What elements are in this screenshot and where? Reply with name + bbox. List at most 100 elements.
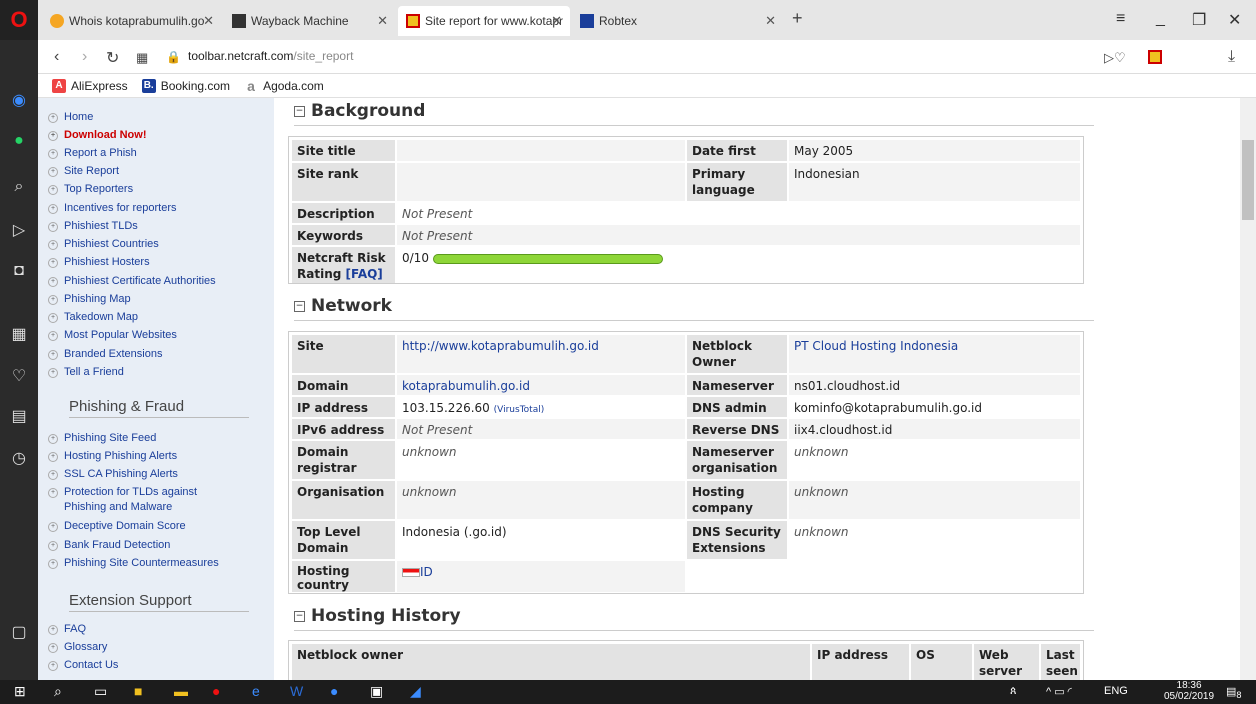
url-field[interactable]: toolbar.netcraft.com/site_report [188,49,353,63]
opera-icon[interactable]: ● [212,683,220,699]
nav-home[interactable]: + Home [48,110,268,125]
speed-dial-icon[interactable]: ▦ [0,324,38,344]
virustotal-link[interactable]: (VirusTotal) [494,405,545,415]
tab-site-report[interactable]: Site report for www.kotapr ✕ [398,6,570,36]
close-window-icon[interactable]: ✕ [1228,10,1241,30]
col-netblock-owner: Netblock owner [292,644,810,680]
nav-phishiest-tlds[interactable]: + Phishiest TLDs [48,219,268,234]
hosting-country-link[interactable]: ID [420,565,433,579]
collapse-icon[interactable]: − [294,610,305,622]
terminal-icon[interactable]: ▣ [370,683,383,700]
section-network-heading[interactable]: − Network [294,296,1094,321]
nav-countermeasures[interactable]: + Phishing Site Countermeasures [48,556,268,571]
tab-robtex[interactable]: Robtex ✕ [572,6,784,36]
collapse-icon[interactable]: − [294,105,305,117]
nav-faq[interactable]: + FAQ [48,622,268,637]
maximize-icon[interactable]: ❐ [1192,10,1206,30]
nav-incentives[interactable]: + Incentives for reporters [48,201,268,216]
send-heart-icon[interactable]: ▷♡ [1104,50,1126,66]
language-indicator[interactable]: ENG [1104,685,1128,697]
new-tab-button[interactable]: + [792,8,803,29]
sidebar-toggle-icon[interactable]: ▢ [0,622,38,642]
bullet-icon: + [48,625,58,635]
site-link[interactable]: http://www.kotaprabumulih.go.id [402,339,599,353]
nav-hosting-alerts[interactable]: + Hosting Phishing Alerts [48,449,268,464]
tld-label: Top Level Domain [292,521,395,559]
bookmark-aliexpress[interactable]: A AliExpress [52,78,128,93]
nav-download[interactable]: + Download Now! [48,128,268,143]
nav-site-report[interactable]: + Site Report [48,164,268,179]
close-tab-icon[interactable]: ✕ [551,13,562,29]
nav-glossary[interactable]: + Glossary [48,640,268,655]
close-tab-icon[interactable]: ✕ [765,13,776,29]
store-icon[interactable]: ■ [134,683,142,699]
people-icon[interactable]: ጰ [1010,685,1017,698]
close-tab-icon[interactable]: ✕ [377,13,388,29]
flow-icon[interactable]: ▷ [0,220,38,240]
nav-phishing-map[interactable]: + Phishing Map [48,292,268,307]
whatsapp-icon[interactable]: ● [0,132,38,150]
netcraft-extension-icon[interactable] [1148,50,1162,64]
nav-bank-fraud[interactable]: + Bank Fraud Detection [48,538,268,553]
risk-faq-link[interactable]: [FAQ] [346,267,383,281]
back-icon[interactable]: ‹ [54,48,59,66]
domain-link[interactable]: kotaprabumulih.go.id [402,379,530,393]
history-icon[interactable]: ◷ [0,448,38,468]
forward-icon[interactable]: › [82,48,87,66]
nav-tell-friend[interactable]: + Tell a Friend [48,365,268,380]
nav-takedown-map[interactable]: + Takedown Map [48,310,268,325]
netblock-owner-link[interactable]: PT Cloud Hosting Indonesia [794,339,958,353]
bullet-icon: + [48,452,58,462]
download-icon[interactable]: ⤓ [1228,48,1235,66]
nav-tld-protection[interactable]: + Protection for TLDs against Phishing an… [48,485,218,515]
chrome-icon[interactable]: ● [330,683,338,699]
word-icon[interactable]: W [290,683,303,699]
opera-menu-icon[interactable]: O [0,0,38,40]
search-icon[interactable]: ⌕ [0,178,38,196]
section-hosting-history-heading[interactable]: − Hosting History [294,606,1094,631]
page-scrollbar[interactable] [1240,98,1256,680]
search-icon[interactable]: ⌕ [54,683,62,700]
messenger-icon[interactable]: ◉ [0,90,38,110]
nav-phishiest-hosters[interactable]: + Phishiest Hosters [48,255,268,270]
nav-ssl-alerts[interactable]: + SSL CA Phishing Alerts [48,467,268,482]
heart-icon[interactable]: ♡ [0,366,38,386]
nav-heading-support: Extension Support [69,592,249,612]
reverse-dns-label: Reverse DNS [687,419,787,439]
nav-contact[interactable]: + Contact Us [48,658,268,673]
bullet-icon: + [48,277,58,287]
file-explorer-icon[interactable]: ▬ [174,683,188,699]
notifications-icon[interactable]: ▤8 [1226,685,1242,700]
reload-icon[interactable]: ↻ [106,48,119,68]
nav-phishiest-countries[interactable]: + Phishiest Countries [48,237,268,252]
bookmark-booking[interactable]: B. Booking.com [141,78,230,93]
tray-icons[interactable]: ^ ▭ ◜ [1046,685,1072,698]
scrollbar-thumb[interactable] [1242,140,1254,220]
nav-phishiest-cas[interactable]: + Phishiest Certificate Authorities [48,274,268,289]
bookmark-agoda[interactable]: a Agoda.com [244,78,324,93]
news-icon[interactable]: ▤ [0,406,38,426]
nav-deceptive-score[interactable]: + Deceptive Domain Score [48,519,268,534]
risk-rating-bar [432,253,663,264]
snapshot-icon[interactable]: ◘ [0,262,38,280]
task-view-icon[interactable]: ▭ [94,683,107,700]
nav-top-reporters[interactable]: + Top Reporters [48,182,268,197]
edge-icon[interactable]: e [252,683,260,699]
tab-wayback[interactable]: Wayback Machine ✕ [224,6,396,36]
collapse-icon[interactable]: − [294,300,305,312]
clock[interactable]: 18:36 05/02/2019 [1164,680,1214,702]
nav-branded-extensions[interactable]: + Branded Extensions [48,347,268,362]
nav-report-phish[interactable]: + Report a Phish [48,146,268,161]
close-tab-icon[interactable]: ✕ [203,13,214,29]
windows-taskbar: ⊞ ⌕ ▭ ■ ▬ ● e W ● ▣ ◢ ጰ ^ ▭ ◜ ENG 18:36 0… [0,680,1256,704]
bullet-icon: + [48,149,58,159]
speed-dial-icon[interactable]: ▦ [136,50,148,66]
section-background-heading[interactable]: − Background [294,101,1094,126]
nav-popular-websites[interactable]: + Most Popular Websites [48,328,268,343]
nav-phishing-feed[interactable]: + Phishing Site Feed [48,431,268,446]
windows-start-icon[interactable]: ⊞ [14,683,26,700]
app-icon[interactable]: ◢ [410,683,421,700]
minimize-icon[interactable]: _ [1156,10,1165,28]
tab-whois[interactable]: Whois kotaprabumulih.go ✕ [42,6,222,36]
tab-menu-icon[interactable]: ≡ [1116,10,1125,28]
